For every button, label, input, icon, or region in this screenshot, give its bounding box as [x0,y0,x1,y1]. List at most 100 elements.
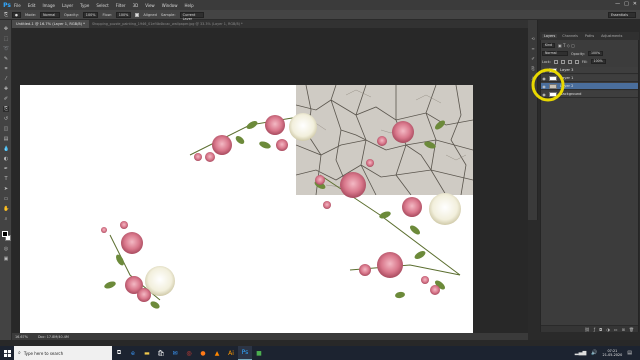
maximize-button[interactable]: □ [624,1,629,7]
lasso-tool-icon[interactable]: ➰ [3,46,9,52]
trash-icon[interactable]: 🗑 [629,327,634,332]
tab-layers[interactable]: Layers [542,34,558,38]
zoom-tool-icon[interactable]: ⌕ [3,216,9,222]
lock-pixels-icon[interactable] [560,59,565,64]
menu-file[interactable]: File [14,3,21,8]
file-explorer-icon[interactable]: ▬ [140,346,154,360]
brush-tool-icon[interactable]: ✐ [3,96,9,102]
menu-image[interactable]: Image [42,3,55,8]
illustrator-icon[interactable]: Ai [224,346,238,360]
fx-icon[interactable]: ƒ [594,327,595,332]
aligned-checkbox[interactable] [135,12,140,17]
hand-tool-icon[interactable]: ✋ [3,206,9,212]
opacity-label: Opacity: [571,51,585,56]
history-panel-icon[interactable]: ⟲ [530,36,536,41]
filter-icon[interactable]: ▣ T ◇ ▢ [558,43,575,48]
kind-filter-select[interactable]: Kind [542,43,556,48]
network-icon[interactable]: ▂▄▆ [575,350,587,356]
eyedropper-tool-icon[interactable]: ⁄ [3,76,9,82]
chrome-icon[interactable]: ◎ [182,346,196,360]
quick-mask-icon[interactable]: ◎ [3,246,9,252]
tab-paths[interactable]: Paths [583,34,596,38]
tab-channels[interactable]: Channels [560,34,580,38]
eraser-tool-icon[interactable]: ◫ [3,126,9,132]
folder-icon[interactable]: ▭ [614,327,618,332]
pen-tool-icon[interactable]: ✒ [3,166,9,172]
marquee-tool-icon[interactable]: ⬚ [3,36,9,42]
mask-icon[interactable]: ◘ [599,327,602,332]
collapsed-panel-strip: ⟲ ≡ ✐ ⎘ A ¶ [528,20,538,220]
vlc-icon[interactable]: ▲ [210,346,224,360]
document-tab-inactive[interactable]: Shopping_puzzle_painting_1946_01ef4b4bca… [92,20,243,28]
move-tool-icon[interactable]: ✥ [3,26,9,32]
task-view-icon[interactable]: ⧉ [112,346,126,360]
clock-date: 21-05-2020 [602,353,623,357]
path-select-tool-icon[interactable]: ➤ [3,186,9,192]
photoshop-logo: Ps [3,1,11,9]
adjustment-icon[interactable]: ◑ [606,327,610,332]
fill-field[interactable]: 100% [590,59,606,64]
workspace-select[interactable]: Essentials [608,12,636,18]
mode-select[interactable]: Normal [40,11,60,18]
shape-tool-icon[interactable]: ▭ [3,196,9,202]
layers-panel-footer: ⛓ ƒ ◘ ◑ ▭ ⊞ 🗑 [541,325,638,332]
store-icon[interactable]: 🛍 [154,346,168,360]
system-clock[interactable]: 07:21 21-05-2020 [603,349,623,357]
edge-browser-icon[interactable]: e [126,346,140,360]
app-icon[interactable]: ■ [252,346,266,360]
mode-label: Mode: [24,12,36,17]
opacity-field[interactable]: 100% [82,11,99,18]
menu-filter[interactable]: Filter [116,3,126,8]
search-placeholder: Type here to search [23,350,64,356]
document-tab-active[interactable]: Untitled-1 @ 16.7% (Layer 1, RGB/8) * [12,20,89,28]
taskbar-search-box[interactable]: ⌕ Type here to search [14,346,112,360]
menu-type[interactable]: Type [80,3,89,8]
gradient-tool-icon[interactable]: ▤ [3,136,9,142]
clone-stamp-tool-icon[interactable]: ⎘ [3,106,9,112]
menu-layer[interactable]: Layer [62,3,73,8]
dodge-tool-icon[interactable]: ◐ [3,156,9,162]
type-tool-icon[interactable]: T [3,176,9,182]
clone-stamp-tool-icon[interactable]: ⎘ [4,12,8,18]
new-layer-icon[interactable]: ⊞ [622,327,625,332]
firefox-icon[interactable]: ● [196,346,210,360]
blur-tool-icon[interactable]: 💧 [3,146,9,152]
tab-adjustments[interactable]: Adjustments [599,34,624,38]
brush-size-field[interactable]: ● [12,11,21,18]
screen-mode-icon[interactable]: ▣ [3,256,9,262]
notifications-icon[interactable]: ▤ [627,350,632,356]
document-canvas[interactable] [20,85,473,333]
lock-position-icon[interactable] [567,59,572,64]
flow-field[interactable]: 100% [115,11,132,18]
roses-artwork [101,113,461,309]
minimize-button[interactable]: — [615,1,620,7]
lock-all-icon[interactable] [574,59,579,64]
blend-mode-select[interactable]: Normal [542,51,568,56]
volume-icon[interactable]: 🔊 [591,350,597,356]
menu-edit[interactable]: Edit [28,3,36,8]
sample-select[interactable]: Current Layer [179,11,204,21]
menu-help[interactable]: Help [184,3,193,8]
menu-window[interactable]: Window [162,3,178,8]
lock-row: Lock: Fill: 100% [542,58,637,65]
mail-icon[interactable]: ✉ [168,346,182,360]
history-brush-tool-icon[interactable]: ↺ [3,116,9,122]
lock-transparent-icon[interactable] [553,59,558,64]
close-button[interactable]: ✕ [633,1,637,7]
crop-tool-icon[interactable]: ⌗ [3,66,9,72]
brush-panel-icon[interactable]: ✐ [530,56,536,61]
menu-view[interactable]: View [145,3,155,8]
zoom-level[interactable]: 16.67% [15,335,28,339]
status-bar: 16.67% Doc: 17.8M/40.4M [12,333,528,340]
layer-opacity-field[interactable]: 100% [587,51,604,56]
properties-panel-icon[interactable]: ≡ [530,46,536,51]
sample-label: Sample: [160,12,176,17]
healing-brush-tool-icon[interactable]: ✚ [3,86,9,92]
menu-3d[interactable]: 3D [133,3,139,8]
link-icon[interactable]: ⛓ [585,327,590,332]
photoshop-taskbar-icon[interactable]: Ps [238,346,252,360]
menu-select[interactable]: Select [96,3,108,8]
start-button[interactable] [0,346,14,360]
quick-select-tool-icon[interactable]: ✎ [3,56,9,62]
foreground-color-swatch[interactable] [2,231,8,237]
